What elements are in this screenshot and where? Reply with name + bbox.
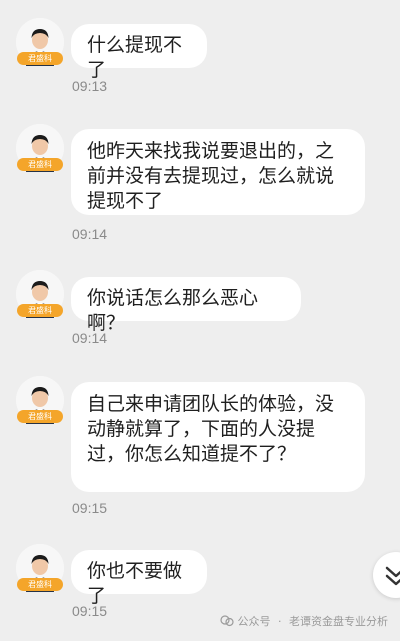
message-bubble[interactable]: 他昨天来找我说要退出的，之前并没有去提现过，怎么就说提现不了 [71,129,365,215]
watermark-author: 老谭资金盘专业分析 [289,615,388,628]
message-text: 自己来申请团队长的体验，没动静就算了，下面的人没提过，你怎么知道提不了？ [87,393,335,465]
message-time: 09:14 [72,226,108,242]
message-text: 什么提现不了 [87,34,183,81]
double-chevron-down-icon [385,566,400,586]
wechat-official-account-icon [220,615,234,627]
watermark: 公众号 · 老谭资金盘专业分析 [220,615,388,629]
avatar[interactable]: 君盛科 [16,544,64,592]
message-text: 他昨天来找我说要退出的，之前并没有去提现过，怎么就说提现不了 [87,140,335,212]
avatar[interactable]: 君盛科 [16,270,64,318]
avatar[interactable]: 君盛科 [16,18,64,66]
message-time: 09:15 [72,603,108,619]
avatar-badge: 君盛科 [17,304,63,317]
watermark-source: 公众号 [237,615,271,628]
message-time: 09:15 [72,500,108,516]
avatar[interactable]: 君盛科 [16,376,64,424]
message-text: 你也不要做了 [87,560,183,607]
avatar[interactable]: 君盛科 [16,124,64,172]
watermark-separator: · [278,615,282,628]
avatar-badge: 君盛科 [17,52,63,65]
message-bubble[interactable]: 什么提现不了 [71,24,207,81]
message-bubble[interactable]: 你也不要做了 [71,550,207,607]
scroll-to-bottom-button[interactable] [373,552,400,598]
message-time: 09:13 [72,78,108,94]
avatar-badge: 君盛科 [17,410,63,423]
avatar-badge: 君盛科 [17,578,63,591]
message-bubble[interactable]: 自己来申请团队长的体验，没动静就算了，下面的人没提过，你怎么知道提不了？ [71,382,365,492]
avatar-badge: 君盛科 [17,158,63,171]
message-text: 你说话怎么那么恶心啊？ [87,287,259,334]
chat-window: 君盛科 什么提现不了 09:13 君盛科 他昨天来找我说要退出的，之前并没有去提… [0,0,400,641]
message-time: 09:14 [72,330,108,346]
message-bubble[interactable]: 你说话怎么那么恶心啊？ [71,277,301,334]
